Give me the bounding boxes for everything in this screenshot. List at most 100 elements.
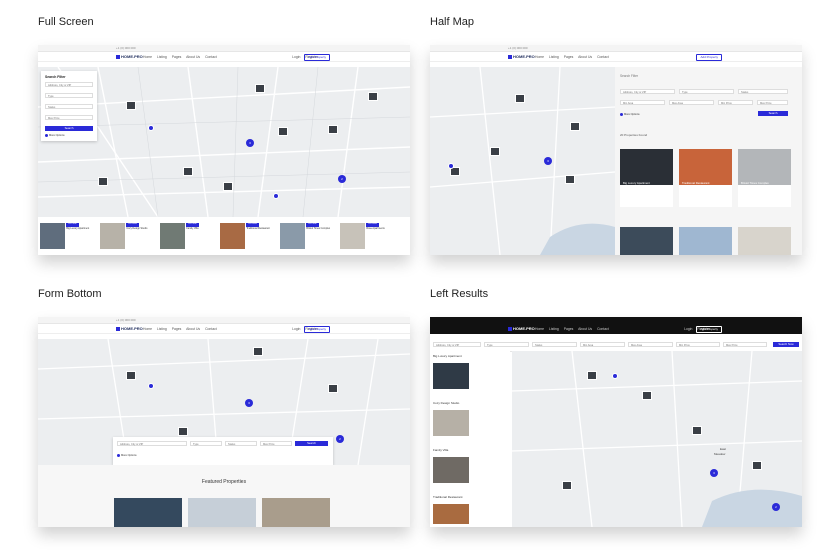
login-link[interactable]: Login bbox=[684, 327, 692, 331]
search-button[interactable]: Search bbox=[295, 441, 328, 446]
map-cluster[interactable]: 2 bbox=[336, 435, 344, 443]
min-area-select[interactable]: Min Area bbox=[580, 342, 625, 347]
nav-contact[interactable]: Contact bbox=[205, 327, 217, 331]
featured-image[interactable] bbox=[114, 498, 182, 527]
nav-pages[interactable]: Pages bbox=[172, 55, 182, 59]
list-item[interactable]: Big Luxury Apartment bbox=[430, 351, 510, 399]
map-view[interactable]: 3 2 East Meadow bbox=[512, 351, 802, 527]
map-marker[interactable] bbox=[490, 147, 500, 156]
min-price-select[interactable]: Min Price bbox=[718, 100, 753, 105]
list-item[interactable]: Traditional Restaurant bbox=[430, 492, 510, 527]
address-field[interactable]: Address, City or ZIP bbox=[433, 342, 481, 347]
map-marker[interactable] bbox=[328, 125, 338, 134]
map-view[interactable]: 3 bbox=[430, 67, 615, 255]
site-logo[interactable]: HOME.PRO bbox=[116, 326, 143, 331]
more-options[interactable]: More Options bbox=[620, 113, 640, 116]
featured-image[interactable] bbox=[188, 498, 256, 527]
type-select[interactable]: Type bbox=[45, 93, 93, 98]
type-select[interactable]: Type bbox=[484, 342, 529, 347]
map-cluster[interactable]: 3 bbox=[245, 399, 253, 407]
nav-listing[interactable]: Listing bbox=[549, 55, 559, 59]
map-cluster[interactable]: 3 bbox=[246, 139, 254, 147]
nav-home[interactable]: Home bbox=[143, 327, 152, 331]
property-card[interactable] bbox=[679, 227, 732, 255]
add-property-button[interactable]: Add Property bbox=[696, 325, 722, 333]
nav-pages[interactable]: Pages bbox=[172, 327, 182, 331]
search-button[interactable]: Search bbox=[758, 111, 788, 116]
min-price-select[interactable]: Min Price bbox=[676, 342, 720, 347]
map-marker[interactable] bbox=[752, 461, 762, 470]
status-select[interactable]: Status bbox=[225, 441, 257, 446]
map-marker[interactable] bbox=[178, 427, 188, 436]
property-card[interactable]: For Rent Rose Apartments bbox=[340, 223, 396, 249]
map-cluster[interactable]: 2 bbox=[772, 503, 780, 511]
more-options[interactable]: More Options bbox=[45, 134, 65, 137]
map-marker[interactable] bbox=[183, 167, 193, 176]
nav-pages[interactable]: Pages bbox=[564, 327, 574, 331]
max-price-select[interactable]: Max Price bbox=[260, 441, 292, 446]
map-pin[interactable] bbox=[148, 383, 154, 389]
add-property-button[interactable]: Add Property bbox=[304, 325, 330, 333]
map-marker[interactable] bbox=[278, 127, 288, 136]
map-marker[interactable] bbox=[587, 371, 597, 380]
property-card[interactable]: Traditional Restaurant bbox=[679, 149, 732, 207]
add-property-button[interactable]: Add Property bbox=[696, 53, 722, 61]
map-marker[interactable] bbox=[223, 182, 233, 191]
nav-home[interactable]: Home bbox=[535, 55, 544, 59]
site-logo[interactable]: HOME.PRO bbox=[116, 54, 143, 59]
map-marker[interactable] bbox=[98, 177, 108, 186]
map-marker[interactable] bbox=[562, 481, 572, 490]
nav-about[interactable]: About Us bbox=[186, 327, 200, 331]
list-item[interactable]: Family Villa bbox=[430, 445, 510, 493]
featured-image[interactable] bbox=[262, 498, 330, 527]
status-select[interactable]: Status bbox=[45, 104, 93, 109]
map-cluster[interactable]: 3 bbox=[544, 157, 552, 165]
map-cluster[interactable]: 2 bbox=[338, 175, 346, 183]
address-field[interactable]: Address, City or ZIP bbox=[117, 441, 187, 446]
nav-listing[interactable]: Listing bbox=[157, 327, 167, 331]
map-cluster[interactable]: 3 bbox=[710, 469, 718, 477]
nav-home[interactable]: Home bbox=[143, 55, 152, 59]
site-logo[interactable]: HOME.PRO bbox=[508, 326, 535, 331]
map-marker[interactable] bbox=[368, 92, 378, 101]
property-card[interactable]: Big Luxury Apartment bbox=[620, 149, 673, 207]
map-pin[interactable] bbox=[148, 125, 154, 131]
nav-contact[interactable]: Contact bbox=[597, 55, 609, 59]
search-now-button[interactable]: Search Now bbox=[773, 342, 799, 347]
search-button[interactable]: Search bbox=[45, 126, 93, 131]
property-card[interactable]: For Sale Family Villa bbox=[160, 223, 216, 249]
max-area-select[interactable]: Max Area bbox=[669, 100, 714, 105]
max-area-select[interactable]: Max Area bbox=[628, 342, 673, 347]
status-select[interactable]: Status bbox=[532, 342, 577, 347]
login-link[interactable]: Login bbox=[292, 327, 300, 331]
property-card[interactable]: Bristol Times Complex bbox=[738, 149, 791, 207]
max-price-select[interactable]: Max Price bbox=[757, 100, 788, 105]
max-price-select[interactable]: Max Price bbox=[45, 115, 93, 120]
login-link[interactable]: Login bbox=[292, 55, 300, 59]
property-card[interactable]: For Rent Traditional Restaurant bbox=[220, 223, 276, 249]
map-marker[interactable] bbox=[642, 391, 652, 400]
status-select[interactable]: Status bbox=[738, 89, 788, 94]
max-price-select[interactable]: Max Price bbox=[723, 342, 767, 347]
nav-contact[interactable]: Contact bbox=[597, 327, 609, 331]
list-item[interactable]: Cozy Design Studio bbox=[430, 398, 510, 446]
map-marker[interactable] bbox=[692, 426, 702, 435]
nav-about[interactable]: About Us bbox=[578, 327, 592, 331]
nav-contact[interactable]: Contact bbox=[205, 55, 217, 59]
site-logo[interactable]: HOME.PRO bbox=[508, 54, 535, 59]
map-marker[interactable] bbox=[253, 347, 263, 356]
type-select[interactable]: Type bbox=[190, 441, 222, 446]
property-card[interactable]: For Sale Big Luxury Apartment bbox=[40, 223, 96, 249]
type-select[interactable]: Type bbox=[679, 89, 734, 94]
property-card[interactable] bbox=[620, 227, 673, 255]
property-card[interactable]: For Rent Cozy Design Studio bbox=[100, 223, 156, 249]
nav-pages[interactable]: Pages bbox=[564, 55, 574, 59]
min-area-select[interactable]: Min Area bbox=[620, 100, 665, 105]
add-property-button[interactable]: Add Property bbox=[304, 53, 330, 61]
map-pin[interactable] bbox=[448, 163, 454, 169]
map-pin[interactable] bbox=[612, 373, 618, 379]
address-field[interactable]: Address, City or ZIP bbox=[620, 89, 675, 94]
map-marker[interactable] bbox=[126, 371, 136, 380]
map-marker[interactable] bbox=[515, 94, 525, 103]
map-marker[interactable] bbox=[126, 101, 136, 110]
